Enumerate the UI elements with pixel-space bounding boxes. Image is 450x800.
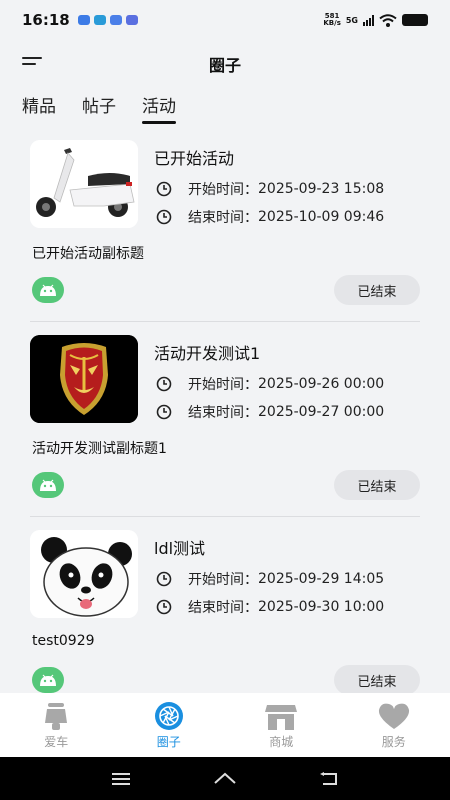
scooter-icon <box>45 703 68 730</box>
panda-image <box>30 530 138 618</box>
start-time-label: 开始时间： <box>188 572 258 588</box>
android-icon <box>32 667 64 693</box>
start-time-row: 开始时间： 2025-09-29 14:05 <box>156 569 384 589</box>
start-time-label: 开始时间： <box>188 377 258 393</box>
android-icon <box>32 472 64 498</box>
start-time-row: 开始时间： 2025-09-23 15:08 <box>156 179 384 199</box>
menu-icon[interactable] <box>22 57 42 71</box>
home-icon[interactable] <box>213 771 237 787</box>
clock-icon <box>156 571 172 587</box>
nav-label: 圈子 <box>156 735 181 749</box>
activity-title: ldl测试 <box>154 539 206 558</box>
store-icon <box>265 705 298 730</box>
status-bar: 16:18 581 KB/s 5G <box>0 0 450 40</box>
start-time-value: 2025-09-26 00:00 <box>258 376 385 392</box>
page-title: 圈子 <box>208 56 241 75</box>
heart-icon <box>378 703 409 729</box>
nav-label: 爱车 <box>44 735 69 749</box>
activity-title: 已开始活动 <box>154 149 235 168</box>
activity-subtitle: test0929 <box>32 633 95 649</box>
clock-icon <box>156 599 172 615</box>
battery-icon <box>402 14 428 26</box>
end-time-row: 结束时间： 2025-10-09 09:46 <box>156 207 384 227</box>
clock-icon <box>156 404 172 420</box>
signal-icon <box>363 14 374 26</box>
end-time-row: 结束时间： 2025-09-27 00:00 <box>156 402 384 422</box>
net-speed-unit: KB/s <box>323 19 341 27</box>
activity-title: 活动开发测试1 <box>154 344 261 363</box>
net-speed: 581 KB/s <box>323 13 340 27</box>
network-type: 5G <box>345 15 358 25</box>
end-time-label: 结束时间： <box>188 210 258 226</box>
scooter-image <box>30 140 138 228</box>
activity-subtitle: 活动开发测试副标题1 <box>32 441 167 457</box>
end-time-value: 2025-09-27 00:00 <box>258 404 385 420</box>
aperture-icon <box>154 702 183 730</box>
activity-card[interactable]: 活动开发测试1 开始时间： 2025-09-26 00:00 结束时间： 202… <box>30 322 420 517</box>
start-time-value: 2025-09-23 15:08 <box>258 181 385 197</box>
menu-lines-icon[interactable] <box>111 772 131 786</box>
activity-subtitle: 已开始活动副标题 <box>32 246 144 262</box>
status-time: 16:18 <box>22 11 70 29</box>
bottom-nav: 爱车 圈子 商城 服务 <box>0 693 450 757</box>
clock-icon <box>156 209 172 225</box>
tab-activities[interactable]: 活动 <box>142 92 176 124</box>
notification-icons <box>77 15 138 25</box>
status-ended-button[interactable]: 已结束 <box>334 665 420 693</box>
end-time-label: 结束时间： <box>188 600 258 616</box>
nav-item-service[interactable]: 服务 <box>338 693 450 757</box>
end-time-value: 2025-10-09 09:46 <box>258 209 385 225</box>
nav-label: 服务 <box>381 735 406 749</box>
app-notification-icon <box>93 15 106 25</box>
wifi-icon <box>379 13 397 27</box>
end-time-row: 结束时间： 2025-09-30 10:00 <box>156 597 384 617</box>
start-time-value: 2025-09-29 14:05 <box>258 571 385 587</box>
nav-item-car[interactable]: 爱车 <box>0 693 113 757</box>
start-time-label: 开始时间： <box>188 182 258 198</box>
tab-featured[interactable]: 精品 <box>22 92 56 123</box>
nav-label: 商城 <box>269 735 294 749</box>
activity-list: 已开始活动 开始时间： 2025-09-23 15:08 结束时间： 2025-… <box>0 127 450 693</box>
app-notification-icon <box>77 15 90 25</box>
clock-icon <box>156 181 172 197</box>
android-icon <box>32 277 64 303</box>
mask-image <box>30 335 138 423</box>
system-nav-bar <box>0 757 450 800</box>
app-notification-icon <box>109 15 122 25</box>
start-time-row: 开始时间： 2025-09-26 00:00 <box>156 374 384 394</box>
app-header: 圈子 <box>0 40 450 88</box>
tab-bar: 精品 帖子 活动 <box>22 92 176 124</box>
status-ended-button[interactable]: 已结束 <box>334 470 420 500</box>
end-time-label: 结束时间： <box>188 405 258 421</box>
end-time-value: 2025-09-30 10:00 <box>258 599 385 615</box>
nav-item-circle[interactable]: 圈子 <box>113 693 226 757</box>
status-ended-button[interactable]: 已结束 <box>334 275 420 305</box>
app-notification-icon <box>125 15 138 25</box>
activity-card[interactable]: ldl测试 开始时间： 2025-09-29 14:05 结束时间： 2025-… <box>30 517 420 693</box>
nav-item-store[interactable]: 商城 <box>225 693 338 757</box>
clock-icon <box>156 376 172 392</box>
back-icon[interactable] <box>319 771 339 787</box>
tab-posts[interactable]: 帖子 <box>82 92 116 123</box>
activity-card[interactable]: 已开始活动 开始时间： 2025-09-23 15:08 结束时间： 2025-… <box>30 127 420 322</box>
